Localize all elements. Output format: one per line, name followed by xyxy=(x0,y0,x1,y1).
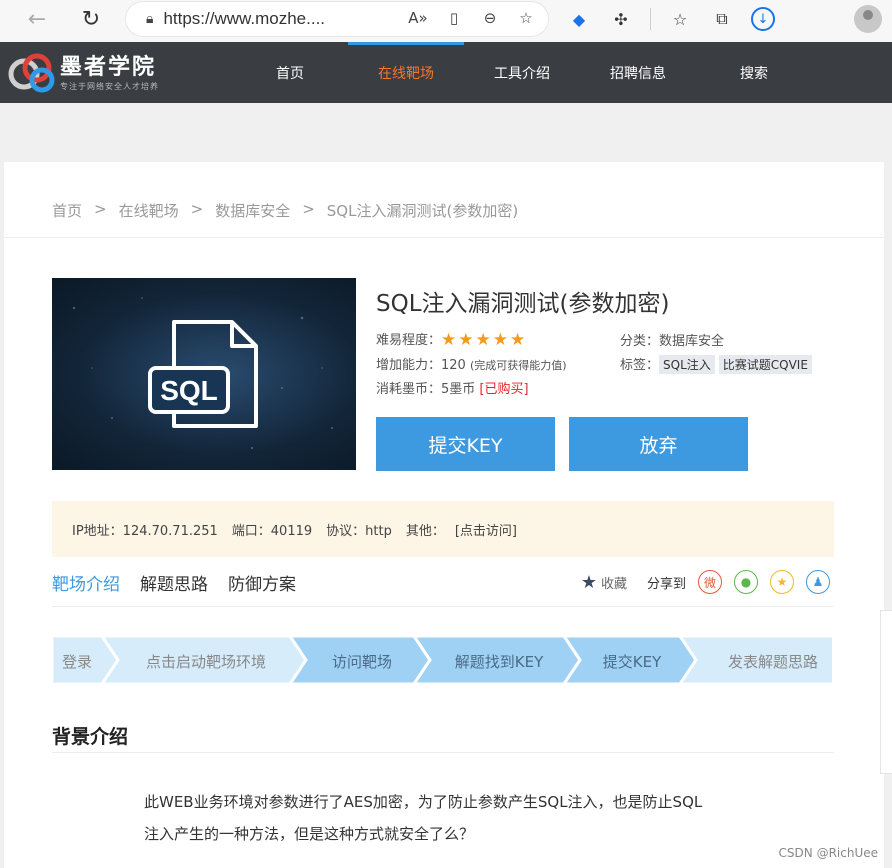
wechat-icon[interactable]: ● xyxy=(734,570,758,594)
environment-info-bar: IP地址：124.70.71.251 端口：40119 协议：http 其他： … xyxy=(52,501,834,557)
port: 端口：40119 xyxy=(231,523,313,539)
ability-note: (完成可获得能力值) xyxy=(469,359,567,372)
breadcrumb-online-range[interactable]: 在线靶场 xyxy=(119,200,179,221)
social-bar: ★ 收藏 分享到 微 ● ★ ♟ xyxy=(581,570,830,594)
step-label: 访问靶场 xyxy=(332,653,392,671)
puzzle-extensions-icon[interactable]: ✣ xyxy=(608,6,634,32)
address-bar[interactable]: 🔒︎ https://www.mozhe.... A» ▯ ⊖ ☆ xyxy=(126,2,548,36)
watermark: CSDN @RichUee xyxy=(778,846,878,860)
cost-row: 消耗墨币：5墨币 [已购买] xyxy=(376,378,529,397)
share-label: 分享到 xyxy=(646,576,686,592)
extension-icon[interactable]: ◆ xyxy=(566,6,592,32)
step-label: 登录 xyxy=(62,653,92,671)
read-aloud-icon[interactable]: A» xyxy=(408,9,428,27)
logo-cloud-icon xyxy=(4,50,58,96)
collections-icon[interactable]: ⧉ xyxy=(709,6,735,32)
submit-key-button[interactable]: 提交KEY xyxy=(376,417,555,471)
breadcrumb-separator: > xyxy=(190,200,204,218)
qq-icon[interactable]: ♟ xyxy=(806,570,830,594)
ip-address: IP地址：124.70.71.251 xyxy=(72,523,218,539)
tab-range-intro[interactable]: 靶场介绍 xyxy=(52,570,120,595)
protocol: 协议：http xyxy=(326,523,392,539)
step-label: 提交KEY xyxy=(603,653,662,671)
tags-label: 标签： xyxy=(620,358,660,373)
breadcrumb-home[interactable]: 首页 xyxy=(52,200,82,221)
nav-home[interactable]: 首页 xyxy=(232,42,348,103)
divider xyxy=(4,237,884,238)
nav-tools[interactable]: 工具介绍 xyxy=(464,42,580,103)
nav-jobs[interactable]: 招聘信息 xyxy=(580,42,696,103)
challenge-title: SQL注入漏洞测试(参数加密) xyxy=(376,291,670,317)
difficulty-stars-icon: ★★★★★ xyxy=(441,330,528,350)
profile-avatar-icon[interactable] xyxy=(854,5,882,33)
reader-mode-icon[interactable]: ▯ xyxy=(444,9,464,27)
tag-cqvie[interactable]: 比赛试题CQVIE xyxy=(718,355,812,374)
url-text[interactable]: https://www.mozhe.... xyxy=(163,9,341,29)
back-arrow-icon[interactable]: ← xyxy=(22,4,52,34)
progress-steps: 登录点击启动靶场环境访问靶场解题找到KEY提交KEY发表解题思路完成 xyxy=(52,636,832,684)
favorites-icon[interactable]: ☆ xyxy=(667,6,693,32)
cost-label: 消耗墨币：5墨币 xyxy=(376,382,476,397)
nav-online-range[interactable]: 在线靶场 xyxy=(348,42,464,103)
purchased-status: [已购买] xyxy=(479,382,529,397)
ability-row: 增加能力：120 (完成可获得能力值) xyxy=(376,354,567,373)
tags-row: 标签： SQL注入 比赛试题CQVIE xyxy=(620,354,816,374)
section-title: 背景介绍 xyxy=(52,726,129,748)
breadcrumb-separator: > xyxy=(94,200,107,218)
divider xyxy=(52,606,834,607)
visit-link[interactable]: [点击访问] xyxy=(455,520,517,539)
weibo-icon[interactable]: 微 xyxy=(698,570,722,594)
banner-sql-label: SQL xyxy=(160,375,218,406)
download-icon[interactable]: ↓ xyxy=(751,7,775,31)
give-up-button[interactable]: 放弃 xyxy=(569,417,748,471)
tab-solution-ideas[interactable]: 解题思路 xyxy=(140,570,208,595)
challenge-card: 首页 > 在线靶场 > 数据库安全 > SQL注入漏洞测试(参数加密) SQL … xyxy=(4,162,884,868)
zoom-out-icon[interactable]: ⊖ xyxy=(480,9,500,27)
category-label: 分类：数据库安全 xyxy=(620,334,725,349)
add-favorite-icon[interactable]: ☆ xyxy=(516,9,536,27)
background-paragraph: 此WEB业务环境对参数进行了AES加密，为了防止参数产生SQL注入，也是防止SQ… xyxy=(144,786,764,850)
site-logo[interactable]: 墨者学院 专注于网络安全人才培养 xyxy=(4,50,159,96)
main-nav: 首页 在线靶场 工具介绍 招聘信息 搜索 xyxy=(232,42,812,103)
tag-sql-injection[interactable]: SQL注入 xyxy=(659,355,715,374)
lock-icon: 🔒︎ xyxy=(146,11,154,27)
nav-search[interactable]: 搜索 xyxy=(696,42,812,103)
step-label: 发表解题思路 xyxy=(728,653,818,671)
favorite-star-icon[interactable]: ★ xyxy=(581,572,597,593)
favorite-label[interactable]: 收藏 xyxy=(601,573,627,592)
divider xyxy=(52,752,834,753)
browser-toolbar: ← ↻ 🔒︎ https://www.mozhe.... A» ▯ ⊖ ☆ ◆ … xyxy=(0,0,892,42)
breadcrumb-separator: > xyxy=(302,200,315,218)
breadcrumb-db-security[interactable]: 数据库安全 xyxy=(215,200,290,221)
step-label: 点击启动靶场环境 xyxy=(146,653,266,671)
paragraph-line: 注入产生的一种方法，但是这种方式就安全了么？ xyxy=(144,825,475,843)
challenge-banner-image: SQL xyxy=(52,278,356,470)
qzone-icon[interactable]: ★ xyxy=(770,570,794,594)
difficulty-row: 难易程度：★★★★★ xyxy=(376,329,527,350)
toolbar-separator xyxy=(650,8,651,30)
paragraph-line: 此WEB业务环境对参数进行了AES加密，为了防止参数产生SQL注入，也是防止SQ… xyxy=(144,793,703,811)
side-panel-edge xyxy=(880,610,892,774)
breadcrumb: 首页 > 在线靶场 > 数据库安全 > SQL注入漏洞测试(参数加密) xyxy=(52,200,518,221)
logo-title: 墨者学院 xyxy=(60,53,157,80)
difficulty-label: 难易程度： xyxy=(376,333,442,348)
ability-label: 增加能力：120 xyxy=(376,358,466,373)
logo-subtitle: 专注于网络安全人才培养 xyxy=(60,81,159,91)
reload-icon[interactable]: ↻ xyxy=(76,4,106,34)
site-header: 墨者学院 专注于网络安全人才培养 首页 在线靶场 工具介绍 招聘信息 搜索 xyxy=(0,42,892,103)
content-tabs: 靶场介绍 解题思路 防御方案 xyxy=(52,570,296,595)
breadcrumb-current: SQL注入漏洞测试(参数加密) xyxy=(326,202,519,220)
step-label: 解题找到KEY xyxy=(455,653,544,671)
tab-defense[interactable]: 防御方案 xyxy=(228,570,296,595)
other-label: 其他： xyxy=(405,523,445,539)
